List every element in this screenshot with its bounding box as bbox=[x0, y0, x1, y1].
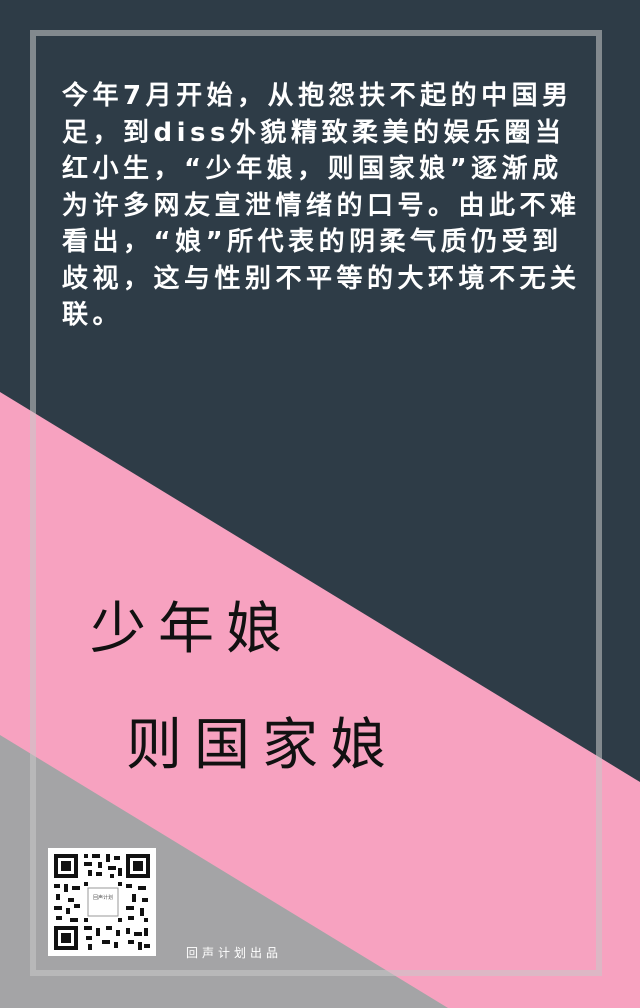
credit-text: 回声计划出品 bbox=[186, 946, 283, 960]
intro-paragraph: 今年7月开始，从抱怨扶不起的中国男足，到diss外貌精致柔美的娱乐圈当红小生，“… bbox=[62, 81, 581, 330]
title-line-1: 少年娘 bbox=[90, 597, 294, 662]
qr-code: 回声计划 bbox=[48, 848, 156, 956]
poster: 今年7月开始，从抱怨扶不起的中国男足，到diss外貌精致柔美的娱乐圈当红小生，“… bbox=[0, 0, 640, 1008]
qr-code-pattern bbox=[48, 848, 156, 956]
qr-center-logo-text: 回声计划 bbox=[92, 895, 113, 901]
title-line-2: 则国家娘 bbox=[126, 713, 398, 778]
